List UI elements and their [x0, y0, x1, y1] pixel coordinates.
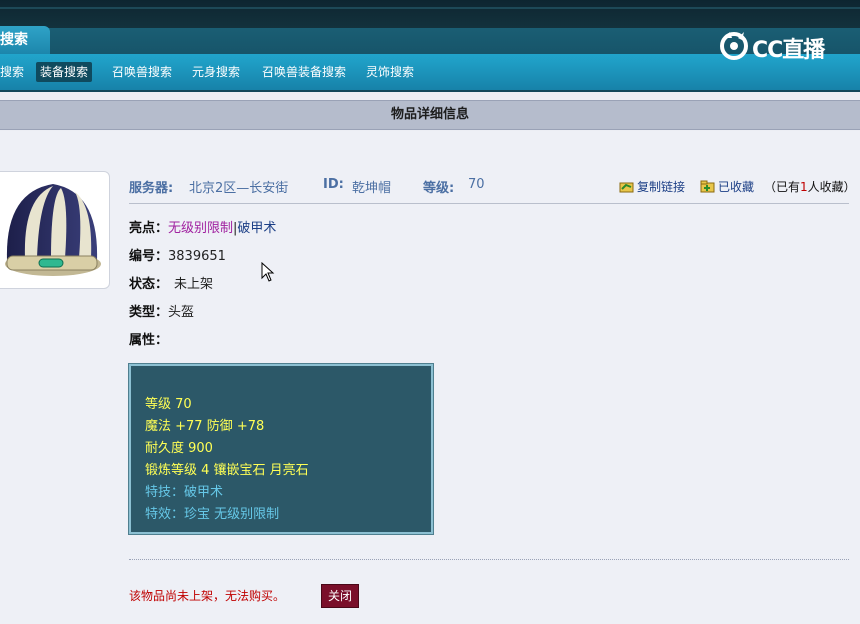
attr-line-skill: 特技：破甲术	[145, 485, 224, 500]
top-stripe	[0, 7, 860, 9]
attr-line-level: 等级 70	[145, 397, 192, 412]
attr-line-forge: 锻炼等级 4 镶嵌宝石 月亮石	[145, 463, 309, 478]
item-detail-panel: 服务器: 北京2区—长安街 ID: 乾坤帽 等级: 70 复制链接 已收藏 （已…	[0, 131, 860, 624]
number-row: 编号：3839651	[129, 245, 226, 264]
nav-item-equipment-search[interactable]: 装备搜索	[36, 62, 93, 82]
top-bar	[0, 0, 860, 28]
nav-item-yuanshen-search[interactable]: 元身搜索	[188, 62, 244, 82]
level-label: 等级:	[423, 181, 455, 196]
copy-link-icon	[619, 182, 634, 193]
mouse-cursor-icon	[261, 262, 275, 282]
id-label: ID:	[323, 177, 344, 192]
nav-item-lingshi-search[interactable]: 灵饰搜索	[362, 62, 418, 82]
status-value: 未上架	[174, 277, 214, 292]
level-value: 70	[468, 177, 485, 192]
highlight-label: 亮点：	[129, 221, 169, 236]
favorite-count: （已有1人收藏）	[764, 178, 856, 195]
attr-line-magic-defense: 魔法 +77 防御 +78	[145, 419, 265, 434]
highlight-value-b: 破甲术	[237, 221, 277, 236]
highlight-value-a: 无级别限制	[168, 221, 234, 236]
status-row: 状态： 未上架	[129, 273, 213, 292]
favorite-count-prefix: （已有	[764, 180, 801, 194]
number-label: 编号：	[129, 249, 169, 264]
nav-item-summon-equipment-search[interactable]: 召唤兽装备搜索	[258, 62, 350, 82]
tab-search[interactable]: 搜索	[0, 26, 50, 54]
cc-live-logo: CC直播	[718, 30, 838, 63]
item-image	[0, 171, 110, 289]
page-title: 物品详细信息	[0, 100, 860, 130]
favorite-count-number: 1	[800, 180, 808, 194]
type-row: 类型：头盔	[129, 301, 194, 320]
number-value: 3839651	[168, 249, 226, 264]
copy-link-label: 复制链接	[637, 180, 686, 194]
attribute-box: 等级 70 魔法 +77 防御 +78 耐久度 900 锻炼等级 4 镶嵌宝石 …	[128, 363, 434, 535]
favorite-count-suffix: 人收藏）	[807, 180, 856, 194]
favorite-folder-icon	[700, 180, 715, 193]
favorite-label: 已收藏	[718, 180, 755, 194]
attr-line-effect: 特效：珍宝 无级别限制	[145, 507, 280, 522]
nav-item-summon-search[interactable]: 召唤兽搜索	[108, 62, 176, 82]
not-listed-warning: 该物品尚未上架，无法购买。	[129, 589, 286, 603]
copy-link-button[interactable]: 复制链接	[619, 178, 685, 195]
status-label: 状态：	[129, 277, 169, 292]
bottom-divider	[129, 559, 849, 560]
attr-line-durability: 耐久度 900	[145, 441, 213, 456]
logo-text: CC直播	[752, 38, 825, 63]
attribute-label: 属性：	[129, 333, 169, 348]
highlight-row: 亮点：无级别限制|破甲术	[129, 217, 276, 236]
tab-search-label: 搜索	[0, 32, 28, 48]
attribute-row: 属性：	[129, 329, 168, 348]
server-label: 服务器:	[129, 181, 174, 196]
favorite-button[interactable]: 已收藏	[700, 178, 754, 195]
info-divider	[129, 203, 849, 204]
id-value: 乾坤帽	[352, 181, 392, 196]
type-label: 类型：	[129, 305, 169, 320]
server-value: 北京2区—长安街	[189, 181, 289, 196]
type-value: 头盔	[168, 305, 195, 320]
close-button[interactable]: 关闭	[321, 584, 359, 608]
helmet-icon	[5, 184, 101, 276]
cc-logo-icon	[720, 32, 748, 60]
nav-item-search[interactable]: 搜索	[0, 62, 28, 82]
